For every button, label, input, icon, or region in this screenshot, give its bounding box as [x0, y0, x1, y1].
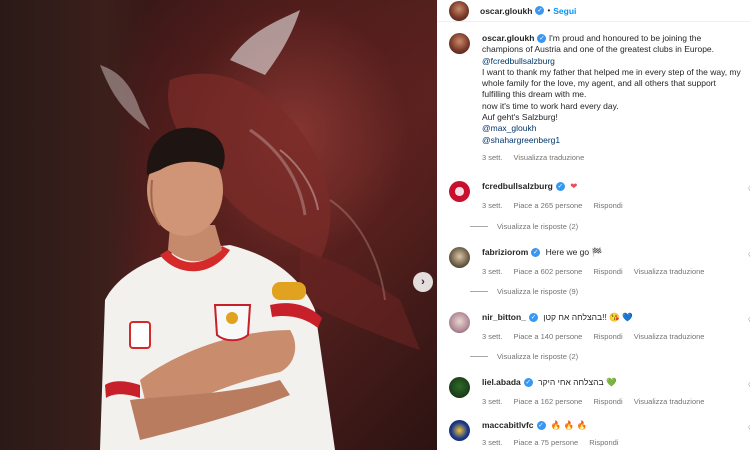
- comment-translate-link[interactable]: Visualizza traduzione: [634, 267, 705, 276]
- view-replies-label[interactable]: Visualizza le risposte (2): [497, 222, 578, 231]
- comment-avatar[interactable]: [449, 420, 470, 441]
- post-photo: ›: [0, 0, 437, 450]
- comment-time: 3 sett.: [482, 267, 503, 276]
- comment-avatar[interactable]: [449, 377, 470, 398]
- chevron-right-icon: ›: [421, 276, 425, 288]
- comment-text: Here we go: [545, 247, 590, 257]
- caption-time: 3 sett.: [482, 152, 503, 162]
- comment-username[interactable]: fabriziorom: [482, 247, 528, 257]
- comment-time: 3 sett.: [482, 332, 503, 341]
- view-replies-label[interactable]: Visualizza le risposte (2): [497, 352, 578, 361]
- comment-item: maccabitlvfc ✓ 🔥 🔥 🔥 3 sett. Piace a 75 p…: [449, 420, 750, 447]
- comment-time: 3 sett.: [482, 201, 503, 210]
- comment-avatar[interactable]: [449, 312, 470, 333]
- next-photo-button[interactable]: ›: [413, 272, 433, 292]
- comment-text: בהצלחה אח קטן!!: [543, 312, 607, 322]
- verified-badge-icon: ✓: [523, 378, 533, 388]
- comment-likes[interactable]: Piace a 265 persone: [514, 201, 583, 210]
- caption-line-5: Auf geht's Salzburg!: [482, 112, 558, 123]
- comment-username[interactable]: nir_bitton_: [482, 312, 526, 322]
- caption-author-avatar[interactable]: [449, 33, 470, 54]
- caption-author-username[interactable]: oscar.gloukh: [482, 33, 534, 43]
- author-avatar[interactable]: [449, 0, 469, 21]
- comment-username[interactable]: liel.abada: [482, 377, 521, 387]
- comment-reply-button[interactable]: Rispondi: [593, 397, 622, 406]
- separator-dot: •: [547, 6, 551, 15]
- verified-badge-icon: ✓: [555, 182, 565, 192]
- replies-divider: [470, 226, 488, 227]
- replies-divider: [470, 291, 488, 292]
- author-username[interactable]: oscar.gloukh: [480, 6, 532, 16]
- comment-username[interactable]: maccabitlvfc: [482, 420, 534, 430]
- caption-line-3: I want to thank my father that helped me…: [482, 66, 741, 100]
- comment-reply-button[interactable]: Rispondi: [589, 438, 618, 447]
- view-replies-button[interactable]: Visualizza le risposte (2): [470, 352, 578, 361]
- follow-button[interactable]: Segui: [553, 6, 576, 16]
- comment-avatar[interactable]: [449, 247, 470, 268]
- comment-text: בהצלחה אחי היקר: [538, 377, 604, 387]
- comment-emoji: 😘 💙: [609, 312, 633, 322]
- comment-username[interactable]: fcredbullsalzburg: [482, 181, 553, 191]
- comment-likes[interactable]: Piace a 602 persone: [514, 267, 583, 276]
- verified-badge-icon: ✓: [531, 248, 541, 258]
- caption-mention-club[interactable]: @fcredbullsalzburg: [482, 56, 555, 66]
- comment-reply-button[interactable]: Rispondi: [593, 201, 622, 210]
- comment-likes[interactable]: Piace a 140 persone: [514, 332, 583, 341]
- comment-time: 3 sett.: [482, 397, 503, 406]
- caption-line-4: now it's time to work hard every day.: [482, 100, 619, 111]
- comment-item: liel.abada ✓ בהצלחה אחי היקר 💚 3 sett. Pi…: [449, 377, 750, 406]
- post-caption: oscar.gloukh ✓ I'm proud and honoured to …: [449, 33, 749, 163]
- comment-emoji: 🔥 🔥 🔥: [550, 420, 588, 430]
- comment-reply-button[interactable]: Rispondi: [593, 332, 622, 341]
- comment-likes[interactable]: Piace a 162 persone: [514, 397, 583, 406]
- caption-meta: 3 sett. Visualizza traduzione: [482, 152, 744, 163]
- comment-emoji: ❤: [570, 181, 578, 191]
- caption-mention-max[interactable]: @max_gloukh: [482, 123, 536, 133]
- comment-item: fabriziorom ✓ Here we go 🏁 3 sett. Piace …: [449, 247, 750, 276]
- comment-avatar[interactable]: [449, 181, 470, 202]
- verified-badge-icon: ✓: [535, 6, 545, 15]
- verified-badge-icon: ✓: [528, 313, 538, 323]
- view-replies-button[interactable]: Visualizza le risposte (2): [470, 222, 578, 231]
- comment-item: nir_bitton_ ✓ בהצלחה אח קטן!! 😘 💙 3 sett.…: [449, 312, 750, 341]
- verified-badge-icon: ✓: [536, 421, 546, 431]
- comment-emoji: 💚: [605, 377, 617, 387]
- caption-text: oscar.gloukh ✓ I'm proud and honoured to …: [482, 33, 744, 163]
- view-replies-label[interactable]: Visualizza le risposte (9): [497, 287, 578, 296]
- post-sidebar: oscar.gloukh ✓ • Segui oscar.gloukh ✓ I'm…: [437, 0, 750, 450]
- comment-reply-button[interactable]: Rispondi: [593, 267, 622, 276]
- view-replies-button[interactable]: Visualizza le risposte (9): [470, 287, 578, 296]
- replies-divider: [470, 356, 488, 357]
- comment-likes[interactable]: Piace a 75 persone: [514, 438, 579, 447]
- comment-time: 3 sett.: [482, 438, 503, 447]
- caption-translate-link[interactable]: Visualizza traduzione: [514, 153, 585, 162]
- post-header: oscar.gloukh ✓ • Segui: [437, 0, 750, 22]
- comment-item: fcredbullsalzburg ✓ ❤ 3 sett. Piace a 265…: [449, 181, 750, 210]
- comment-translate-link[interactable]: Visualizza traduzione: [634, 397, 705, 406]
- comment-emoji: 🏁: [591, 247, 603, 257]
- photo-illustration: [100, 10, 420, 450]
- comment-translate-link[interactable]: Visualizza traduzione: [634, 332, 705, 341]
- caption-mention-shahar[interactable]: @shahargreenberg1: [482, 135, 560, 145]
- verified-badge-icon: ✓: [537, 34, 547, 44]
